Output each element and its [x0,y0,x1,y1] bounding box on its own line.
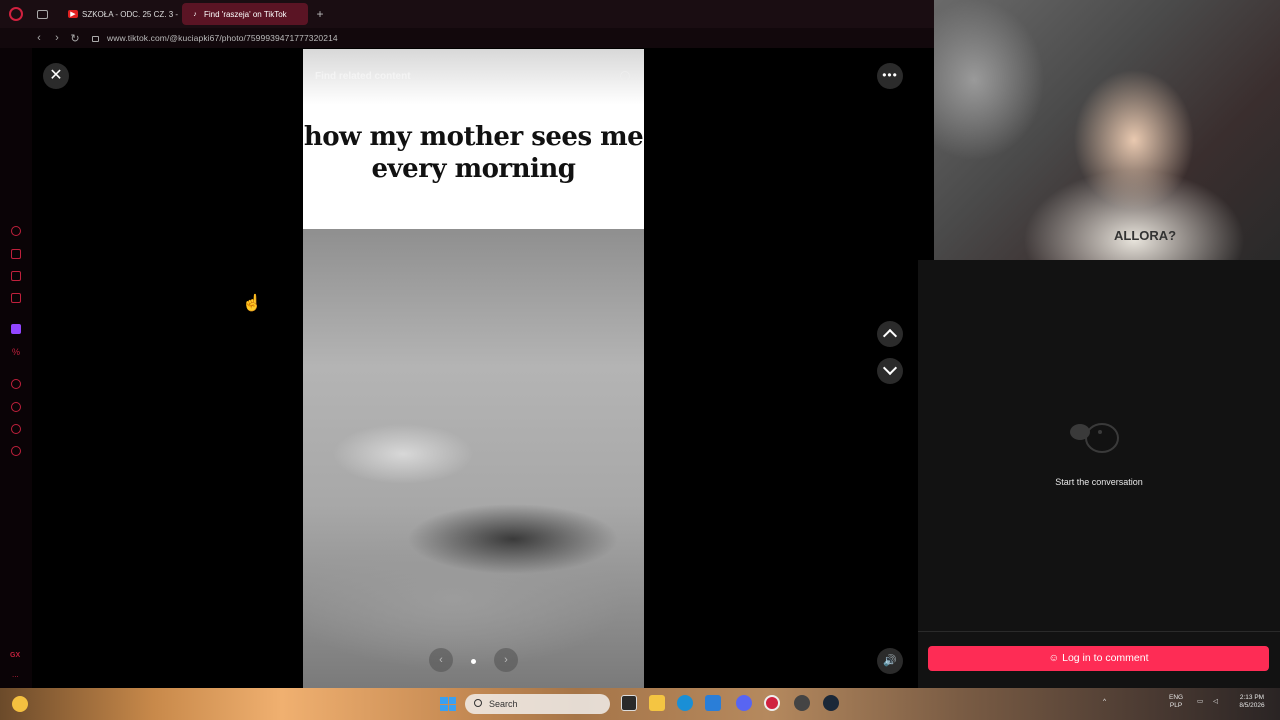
chevron-down-icon [882,360,898,376]
divider [918,631,1280,632]
youtube-icon: ▶ [68,10,78,18]
chevron-up-icon [882,328,898,344]
login-label: Log in to comment [1062,652,1149,664]
lang-line-2: PLP [1169,702,1183,709]
previous-video-button[interactable] [877,321,903,347]
related-search-placeholder: Find related content [315,71,411,82]
empty-comments-text: Start the conversation [1055,477,1143,487]
caption-line-1: how my mother sees me [303,122,644,152]
caption-line-2: every morning [371,154,576,184]
steam-icon[interactable] [823,695,839,711]
settings-icon[interactable] [11,446,21,456]
search-label: Search [489,699,518,709]
opera-logo-icon[interactable] [9,7,23,21]
reload-icon[interactable]: ↻ [66,32,84,45]
tab-bar: ▶ SZKOŁA - ODC. 25 CZ. 3 - ♪ Find 'rasze… [0,0,934,28]
address-bar: ‹ › ↻ www.tiktok.com/@kuciapki67/photo/7… [0,28,934,48]
play-icon[interactable] [11,379,21,389]
photo-prev-button[interactable]: ‹ [429,648,453,672]
chatgpt-icon[interactable] [11,226,21,236]
gx-label[interactable]: GX [10,652,20,659]
chat-icon[interactable] [11,424,21,434]
photo-caption: how my mother sees me every morning [303,121,644,185]
url-field[interactable]: www.tiktok.com/@kuciapki67/photo/7599939… [107,33,338,43]
edge-icon[interactable] [677,695,693,711]
new-tab-button[interactable]: + [312,7,328,21]
twitch-icon[interactable] [11,324,21,334]
more-icon[interactable]: ... [12,670,19,679]
tab-youtube[interactable]: ▶ SZKOŁA - ODC. 25 CZ. 3 - [60,3,182,25]
forward-icon[interactable]: › [48,32,66,44]
messenger-icon[interactable] [11,271,21,281]
sidebar: % GX ... [0,48,32,688]
empty-comments-icon [1070,423,1119,453]
file-explorer-icon[interactable] [649,695,665,711]
comment-icon: ☺ [1048,652,1063,664]
network-icon[interactable]: ▭ [1197,698,1203,706]
more-options-button[interactable]: ••• [877,63,903,89]
shirt-text: ALLORA? [1114,228,1177,243]
next-video-button[interactable] [877,358,903,384]
clock[interactable]: 2:13 PM 8/5/2026 [1232,694,1272,710]
photo-viewer: ✕ ••• 🔊 ☝ Find related content how my mo… [32,48,918,688]
history-icon[interactable] [11,402,21,412]
hand-cursor-icon: ☝ [242,295,262,312]
windows-start-icon[interactable] [440,697,456,711]
opera-gx-icon[interactable] [764,695,780,711]
related-search-bar[interactable]: Find related content [303,49,644,105]
lang-line-1: ENG [1169,694,1184,701]
percent-icon[interactable]: % [11,347,21,357]
tab-label: Find 'raszeja' on TikTok [204,9,287,19]
weather-icon[interactable] [12,696,28,712]
language-indicator[interactable]: ENG PLP [1169,694,1183,710]
lock-icon [92,36,99,42]
photo-page-dot[interactable] [471,659,476,664]
bag-icon[interactable] [11,249,21,259]
store-icon[interactable] [705,695,721,711]
clock-time: 2:13 PM [1239,694,1265,701]
photo-image [303,229,644,688]
clock-date: 8/5/2026 [1239,702,1265,709]
taskbar-search[interactable]: Search [465,694,610,714]
discord-icon[interactable] [736,695,752,711]
taskbar: Search ^ ENG PLP ▭ ◁ 2:13 PM 8/5/2026 [0,688,1280,720]
comments-panel [918,260,1280,688]
volume-button[interactable]: 🔊 [877,648,903,674]
tiktok-icon: ♪ [193,10,197,18]
speaker-icon[interactable]: ◁ [1213,698,1218,706]
login-to-comment-button[interactable]: ☺ Log in to comment [928,646,1269,671]
photo-next-button[interactable]: › [494,648,518,672]
tab-tiktok[interactable]: ♪ Find 'raszeja' on TikTok [182,3,308,25]
back-icon[interactable]: ‹ [30,32,48,44]
search-icon [474,699,482,707]
task-view-icon[interactable] [621,695,637,711]
webcam-overlay: ALLORA? [934,0,1280,260]
music-icon[interactable] [11,293,21,303]
workspaces-icon[interactable] [37,9,48,19]
obs-icon[interactable] [794,695,810,711]
photo-post: Find related content how my mother sees … [303,49,644,688]
close-button[interactable]: ✕ [43,63,69,89]
tab-label: SZKOŁA - ODC. 25 CZ. 3 - [82,9,179,19]
search-icon[interactable] [620,71,630,81]
tray-chevron-icon[interactable]: ^ [1103,698,1106,706]
